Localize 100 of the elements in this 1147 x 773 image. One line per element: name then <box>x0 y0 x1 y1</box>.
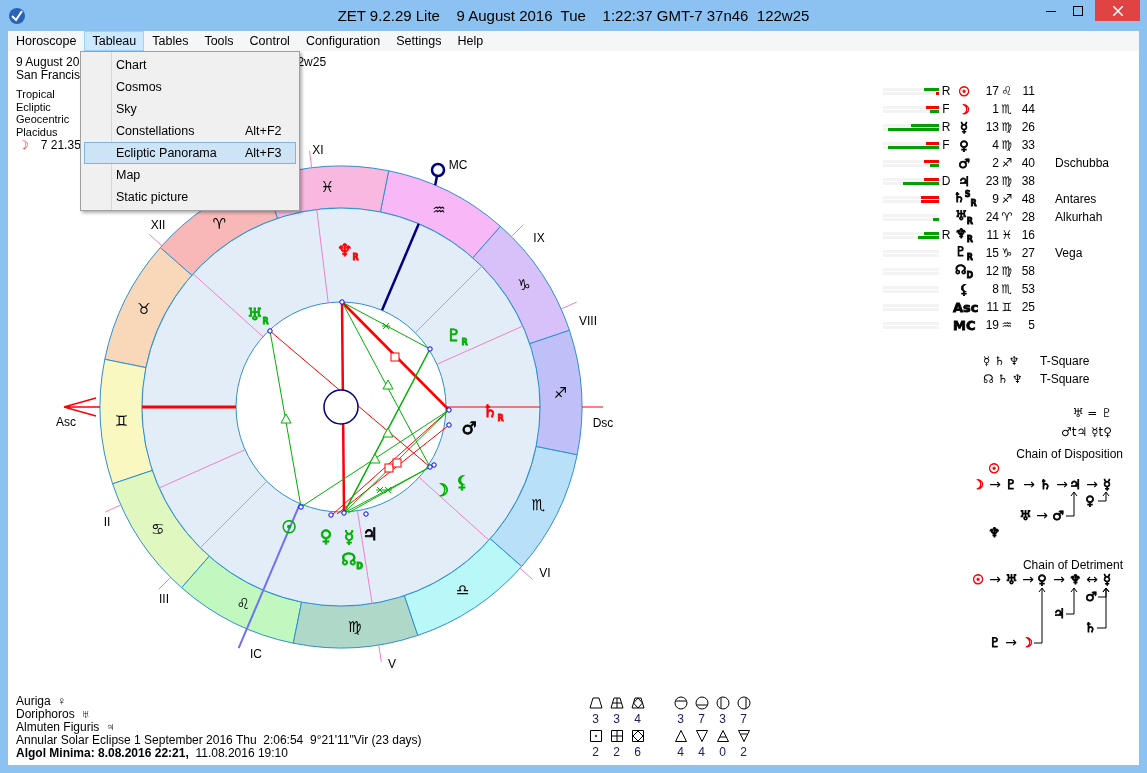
zodiac-sign: ♑ <box>517 277 531 293</box>
cusp-tick <box>104 504 122 513</box>
place-text: San Francis <box>16 69 81 82</box>
menu-item[interactable]: Help <box>449 31 492 51</box>
sign-glyph: ♒ <box>1001 318 1013 332</box>
window-title: ZET 9.2.29 Lite 9 August 2016 Tue 1:22:37 GMT-7 37n46 122w25 <box>337 7 810 24</box>
planet-glyph: ☿ <box>960 119 968 135</box>
menu-item[interactable]: Horoscope <box>8 31 85 51</box>
triangle-icon <box>673 729 688 743</box>
midheaven-marker <box>430 162 446 186</box>
count-text: 3 <box>613 712 620 726</box>
setting-text: Geocentric <box>16 113 70 127</box>
degree-text: 4 <box>992 138 999 152</box>
chain-glyph: ☿ <box>1103 477 1111 491</box>
minutes-text: 33 <box>1021 138 1035 152</box>
close-button[interactable] <box>1095 0 1140 21</box>
planet-glyph: ☉ <box>958 83 970 99</box>
app-icon <box>8 6 26 25</box>
arrow-glyph: → <box>1023 477 1035 491</box>
menu-item[interactable]: Control <box>241 31 298 51</box>
zodiac-sign: ♒ <box>432 202 446 218</box>
degree-text: 24 <box>985 210 999 224</box>
house-label: XII <box>150 219 166 231</box>
minutes-text: 38 <box>1021 174 1035 188</box>
menu-item[interactable]: Tools <box>196 31 242 51</box>
minutes-text: 53 <box>1021 282 1035 296</box>
star-name: Alkurhah <box>1055 210 1103 224</box>
sign-glyph: ♈ <box>1001 210 1013 224</box>
minutes-text: 40 <box>1021 156 1035 170</box>
chain-glyph: ♀ <box>1085 493 1095 507</box>
house-label: XI <box>312 144 324 156</box>
count-text: 6 <box>634 745 641 759</box>
planet-glyph: ♀ <box>319 527 333 545</box>
sign-glyph: ♍ <box>1001 264 1013 278</box>
maximize-icon <box>1072 5 1083 16</box>
sign-glyph: ♍ <box>1001 138 1013 152</box>
house-label: VI <box>539 567 551 579</box>
planet-glyph: MC <box>953 317 976 333</box>
sign-glyph: ♏ <box>1001 282 1013 296</box>
count-text: 4 <box>677 745 684 759</box>
arrow-glyph: ↔ <box>1086 572 1098 586</box>
setting-text: Ecliptic <box>16 100 51 114</box>
chain-glyph: ♂ <box>1085 589 1097 603</box>
arrow-glyph: → <box>1005 635 1017 649</box>
sign-glyph: ♌ <box>1001 84 1013 98</box>
status-letter: R <box>941 228 951 242</box>
chain-glyph: ☽ <box>972 477 984 491</box>
ascendant-arrow <box>63 397 101 417</box>
degree-text: 12 <box>985 264 999 278</box>
house-label: II <box>103 516 111 528</box>
minutes-text: 28 <box>1021 210 1035 224</box>
angle-label: Asc <box>56 416 76 428</box>
cusp-tick <box>519 567 534 581</box>
degree-text: 8 <box>992 282 999 296</box>
trapezoid-icon <box>588 696 603 710</box>
trapezoid-icon <box>630 696 645 710</box>
zodiac-sign: ♈ <box>212 216 227 232</box>
house-label: III <box>159 593 169 605</box>
cusp-tick <box>158 576 172 590</box>
menu-item[interactable]: Tables <box>144 31 197 51</box>
zodiac-sign: ♌ <box>236 596 250 612</box>
planet-glyph: ⚸ <box>959 281 969 297</box>
cusp-tick <box>560 301 578 310</box>
note-text: Auriga ♀ <box>16 695 68 708</box>
menu-item[interactable]: Tableau <box>84 31 145 51</box>
minutes-text: 26 <box>1021 120 1035 134</box>
planet-glyph: ☿ <box>343 528 355 546</box>
degree-text: 9 <box>992 192 999 206</box>
cusp-tick <box>378 644 382 663</box>
angle-label: Dsc <box>592 417 614 429</box>
menu-option[interactable]: Cosmos <box>84 76 296 98</box>
setting-text: Tropical <box>16 88 55 101</box>
degree-text: 11 <box>986 228 999 242</box>
cusp-tick <box>510 224 524 238</box>
planet-glyph: ♄$_{R}$ <box>482 402 504 424</box>
note-text: Algol Minima: 8.08.2016 22:21, 11.08.2016 19:10 <box>16 747 289 760</box>
trapezoid-icon <box>609 696 624 710</box>
planet-glyph: ♂ <box>958 155 970 171</box>
count-text: 3 <box>719 712 726 726</box>
chain-glyph: ♇ <box>1005 477 1017 491</box>
menu-option[interactable]: Constellations Alt+F2 <box>84 120 296 142</box>
menu-option[interactable]: Ecliptic Panorama Alt+F3 <box>84 142 296 164</box>
menu-option[interactable]: Static picture <box>84 186 296 208</box>
pattern-glyphs: ☊ ♄ ♆ <box>983 372 1024 386</box>
planet-glyph: ♇$_{R}$ <box>446 326 468 348</box>
menu-option[interactable]: Map <box>84 164 296 186</box>
planet-glyph: ♅$_{R}$ <box>247 305 269 327</box>
arrow-glyph: → <box>1022 572 1034 586</box>
status-letter: D <box>941 174 951 188</box>
count-text: 3 <box>677 712 684 726</box>
cusp-tick <box>309 150 313 169</box>
zodiac-sign: ♍ <box>348 619 362 635</box>
chain-glyph: ♅ <box>1019 508 1031 522</box>
sign-glyph: ♊ <box>1001 300 1013 314</box>
menu-option[interactable]: Chart <box>84 54 296 76</box>
chain-glyph: ♅ <box>1005 572 1017 586</box>
menu-item[interactable]: Settings <box>388 31 450 51</box>
menu-item[interactable]: Configuration <box>297 31 389 51</box>
planet-glyph: ♅$_{R}$ <box>955 208 973 224</box>
menu-option[interactable]: Sky <box>84 98 296 120</box>
